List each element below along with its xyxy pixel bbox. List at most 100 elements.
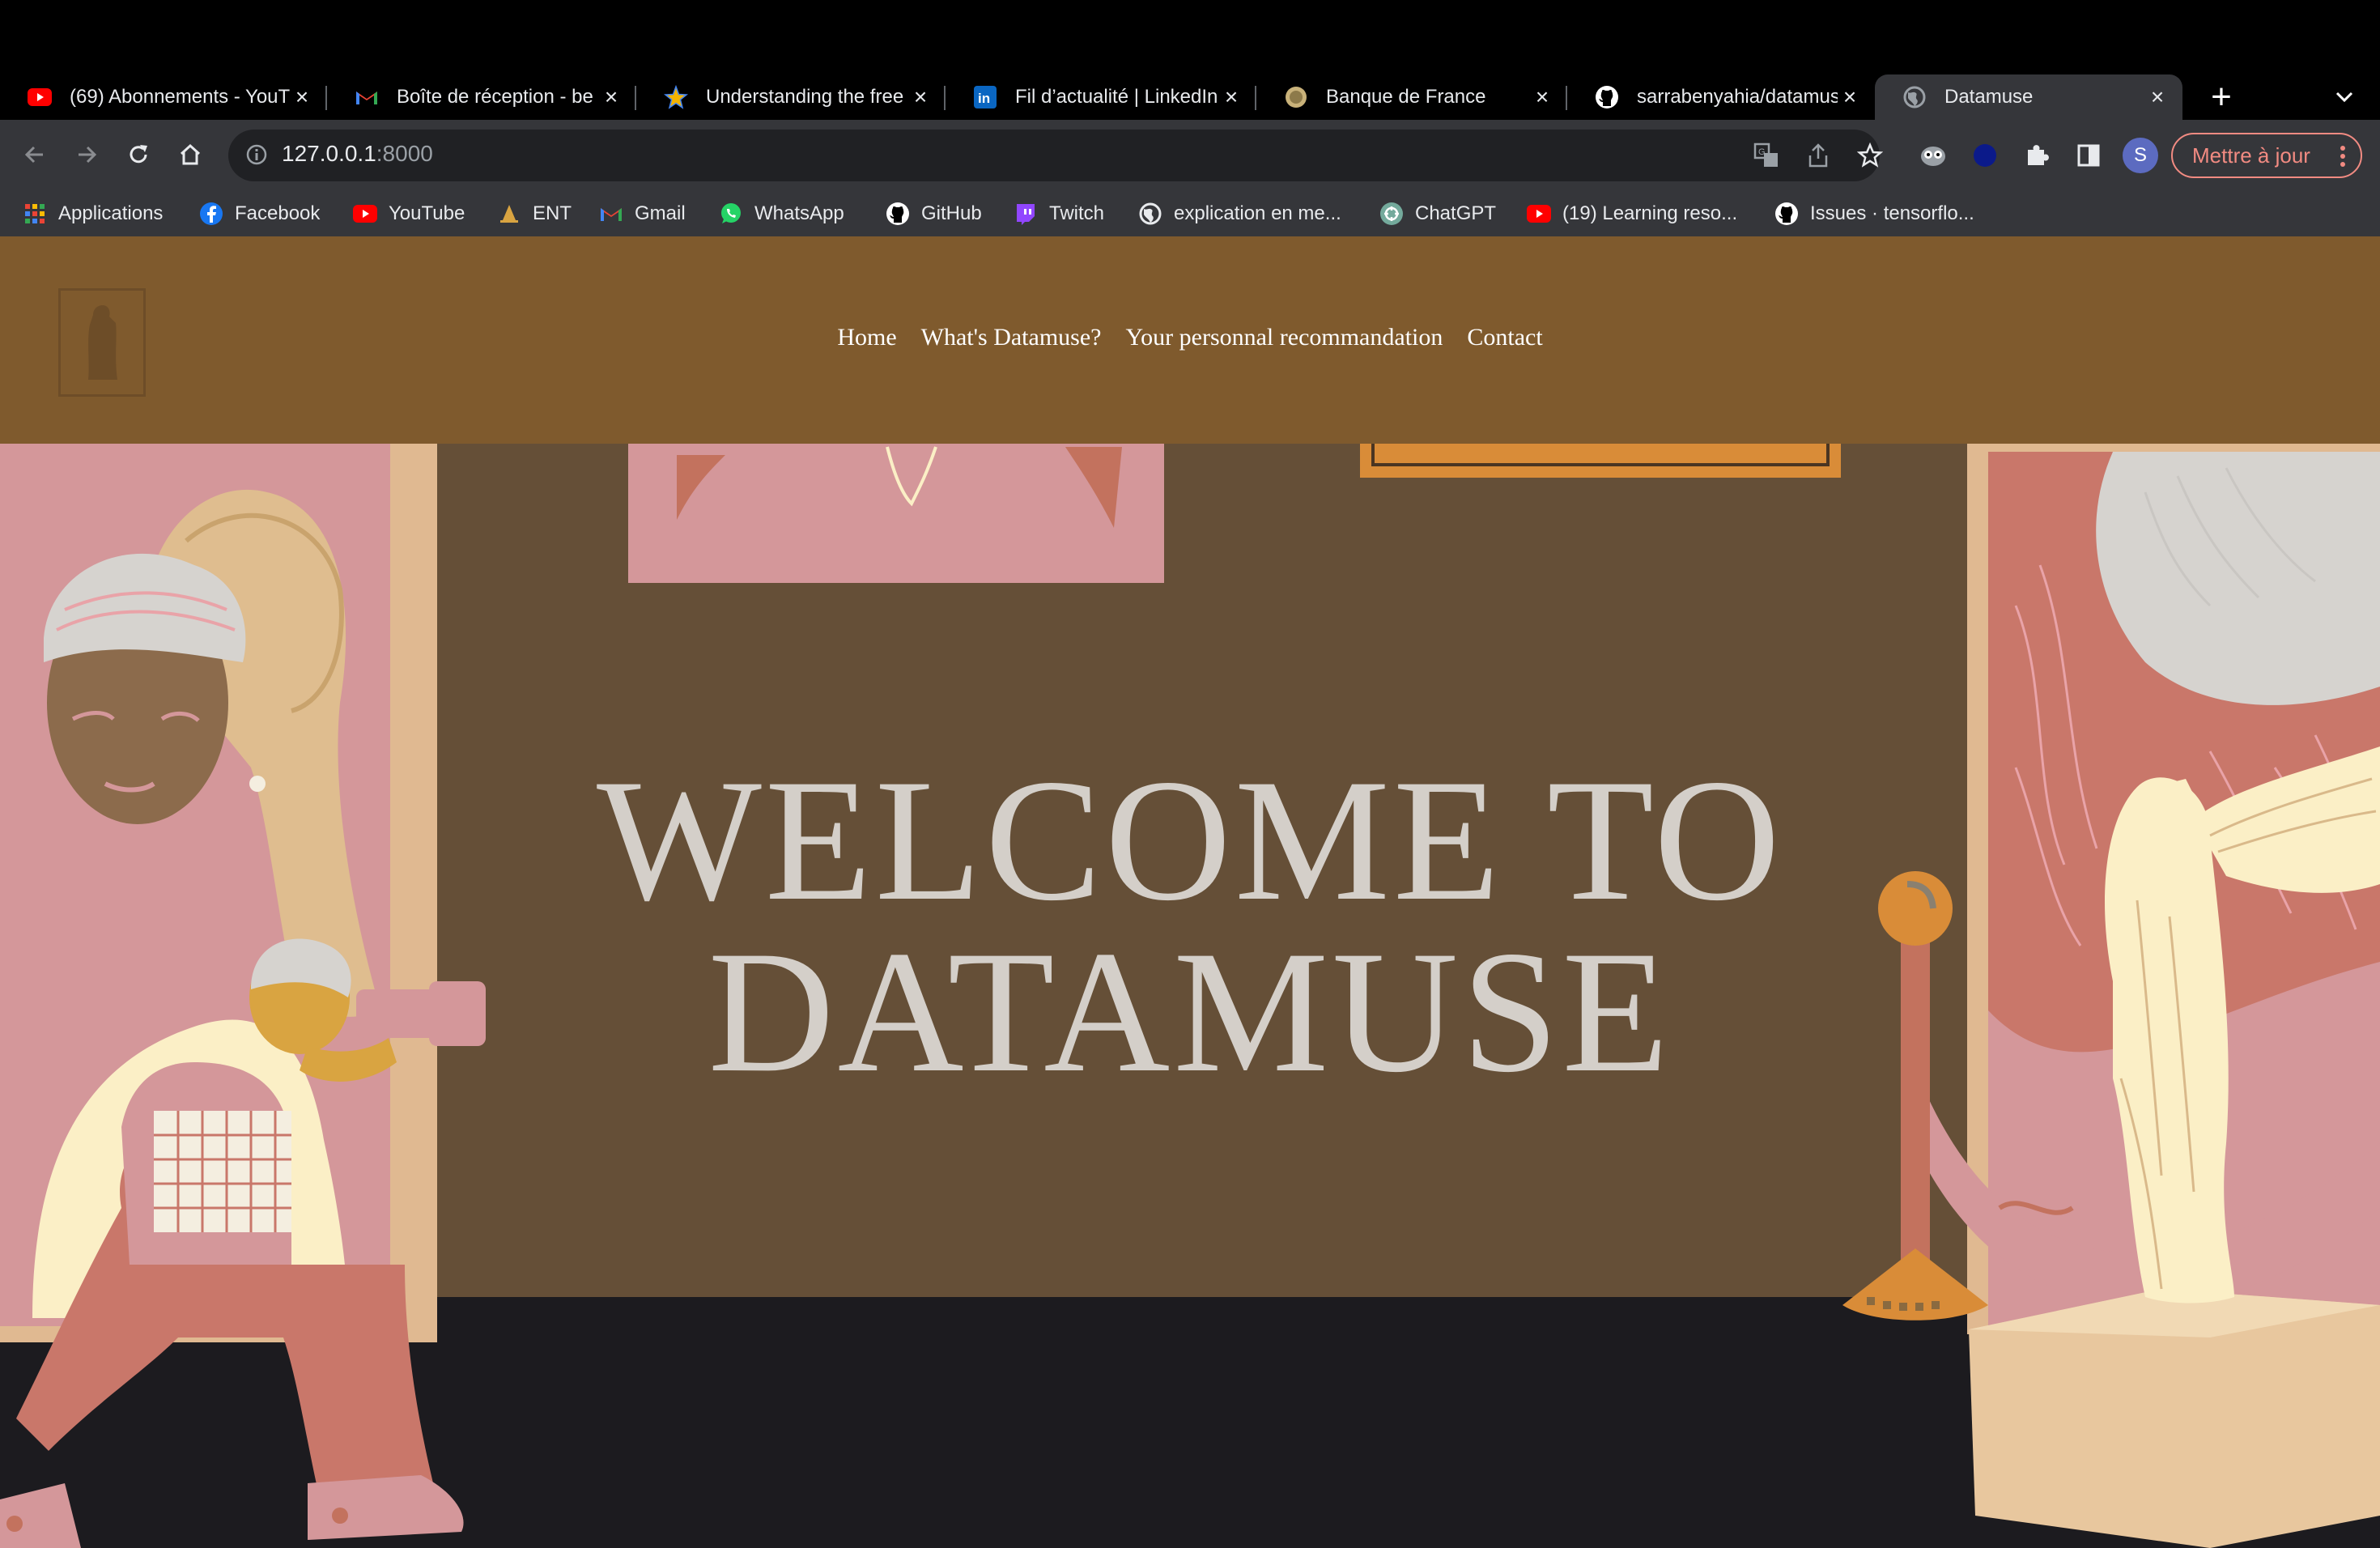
globe-icon [1902,85,1927,109]
bookmark-applications[interactable]: Applications [23,196,163,232]
bookmark-label: GitHub [921,202,982,224]
tab-strip: (69) Abonnements - YouTube × Boîte de ré… [0,0,2380,130]
close-tab-icon[interactable]: × [599,84,623,109]
tab-title: Datamuse [1944,86,2034,108]
svg-text:G: G [1758,147,1766,157]
site-info-icon[interactable] [244,142,269,171]
bookmark-youtube[interactable]: YouTube [353,196,465,232]
close-tab-icon[interactable]: × [908,84,933,109]
bookmark-label: Facebook [235,202,321,224]
bookmark-label: Applications [58,202,164,224]
close-tab-icon[interactable]: × [290,84,314,109]
bookmark-label: Issues · tensorflo... [1810,202,1974,224]
address-bar[interactable]: 127.0.0.1:8000 G [228,130,1883,181]
bookmark-gmail[interactable]: Gmail [599,196,686,232]
tab-title: Banque de France [1326,86,1486,108]
github-icon [1774,202,1799,226]
youtube-icon [1527,202,1551,226]
tab-title: sarrabenyahia/datamuse [1637,86,1838,108]
tab-datamuse-active[interactable]: Datamuse × [1875,74,2182,120]
tab-banque-de-france[interactable]: Banque de France × [1256,74,1567,120]
youtube-icon [353,202,377,226]
close-tab-icon[interactable]: × [1219,84,1243,109]
hero-title: WELCOME TO DATAMUSE [0,743,2380,1108]
share-icon[interactable] [1802,139,1834,172]
back-arrow-icon[interactable] [16,136,53,173]
update-browser-button[interactable]: Mettre à jour [2171,133,2362,178]
github-icon [886,202,910,226]
bookmark-label: WhatsApp [754,202,844,224]
bookmark-explication[interactable]: explication en me... [1138,196,1341,232]
new-tab-button[interactable]: + [2202,77,2241,117]
extension-owl-icon[interactable] [1917,139,1949,172]
site-header: Home What's Datamuse? Your personnal rec… [0,236,2380,444]
bookmark-label: Gmail [635,202,686,224]
more-vert-icon [2340,144,2346,174]
bookmark-label: explication en me... [1174,202,1341,224]
tab-github-datamuse[interactable]: sarrabenyahia/datamuse × [1567,74,1875,120]
bookmark-twitch[interactable]: Twitch [1014,196,1104,232]
bookmark-star-icon[interactable] [1854,139,1886,172]
bookmark-label: ENT [533,202,572,224]
bookmark-github[interactable]: GitHub [886,196,982,232]
close-tab-icon[interactable]: × [1838,84,1862,109]
gmail-icon [355,85,379,109]
url-port: :8000 [376,141,433,166]
whatsapp-icon [719,202,743,226]
home-icon[interactable] [172,136,209,173]
svg-text:in: in [978,91,990,106]
hero-title-line1: WELCOME TO [597,743,1783,937]
twitch-icon [1014,202,1038,226]
apps-grid-icon [23,202,47,226]
url-host: 127.0.0.1 [282,141,376,166]
tab-youtube-subscriptions[interactable]: (69) Abonnements - YouTube × [0,74,327,120]
youtube-icon [28,85,52,109]
tab-title: Understanding the free [706,86,904,108]
tab-title: Fil d’actualité | LinkedIn [1015,86,1218,108]
reload-icon[interactable] [120,136,157,173]
bookmark-whatsapp[interactable]: WhatsApp [719,196,844,232]
nav-home[interactable]: Home [837,324,896,351]
star-icon [664,85,688,109]
linkedin-icon: in [973,85,997,109]
bookmark-label: (19) Learning reso... [1562,202,1738,224]
tab-linkedin[interactable]: in Fil d’actualité | LinkedIn × [946,74,1256,120]
bookmark-label: ChatGPT [1415,202,1497,224]
translate-icon[interactable]: G [1750,139,1783,172]
globe-icon [1138,202,1162,226]
tab-gmail[interactable]: Boîte de réception - be × [327,74,636,120]
profile-avatar[interactable]: S [2123,138,2158,173]
extensions-puzzle-icon[interactable] [2021,139,2053,172]
datamuse-page: WELCOME TO DATAMUSE Home What's Datamuse… [0,236,2380,1548]
tab-understanding[interactable]: Understanding the free × [636,74,946,120]
nav-personal-recommendation[interactable]: Your personnal recommandation [1125,324,1443,351]
bookmark-ent[interactable]: ENT [497,196,572,232]
side-panel-icon[interactable] [2072,139,2105,172]
nav-whats-datamuse[interactable]: What's Datamuse? [921,324,1102,351]
ent-icon [497,202,521,226]
url-text[interactable]: 127.0.0.1:8000 [282,141,433,167]
update-button-label: Mettre à jour [2192,142,2310,168]
github-icon [1595,85,1619,109]
nav-contact[interactable]: Contact [1467,324,1542,351]
bookmark-facebook[interactable]: Facebook [199,196,320,232]
forward-arrow-icon[interactable] [68,136,105,173]
bookmark-label: YouTube [389,202,465,224]
bookmark-tensorflow-issues[interactable]: Issues · tensorflo... [1774,196,1974,232]
bookmarks-bar: Applications Facebook YouTube ENT Gmail … [0,191,2380,236]
tab-title: (69) Abonnements - YouTube [70,86,290,108]
bookmark-chatgpt[interactable]: ChatGPT [1379,196,1496,232]
hero-title-line2: DATAMUSE [708,915,1672,1108]
banque-de-france-icon [1284,85,1308,109]
site-nav: Home What's Datamuse? Your personnal rec… [0,324,2380,351]
tab-title: Boîte de réception - be [397,86,593,108]
bookmark-label: Twitch [1049,202,1105,224]
bookmark-learning-resources[interactable]: (19) Learning reso... [1527,196,1737,232]
close-tab-icon[interactable]: × [1530,84,1554,109]
close-tab-icon[interactable]: × [2145,84,2170,109]
chatgpt-icon [1379,202,1404,226]
extension-blue-circle-icon[interactable] [1969,139,2001,172]
facebook-icon [199,202,223,226]
tab-search-chevron-icon[interactable] [2328,81,2361,113]
gmail-icon [599,202,623,226]
